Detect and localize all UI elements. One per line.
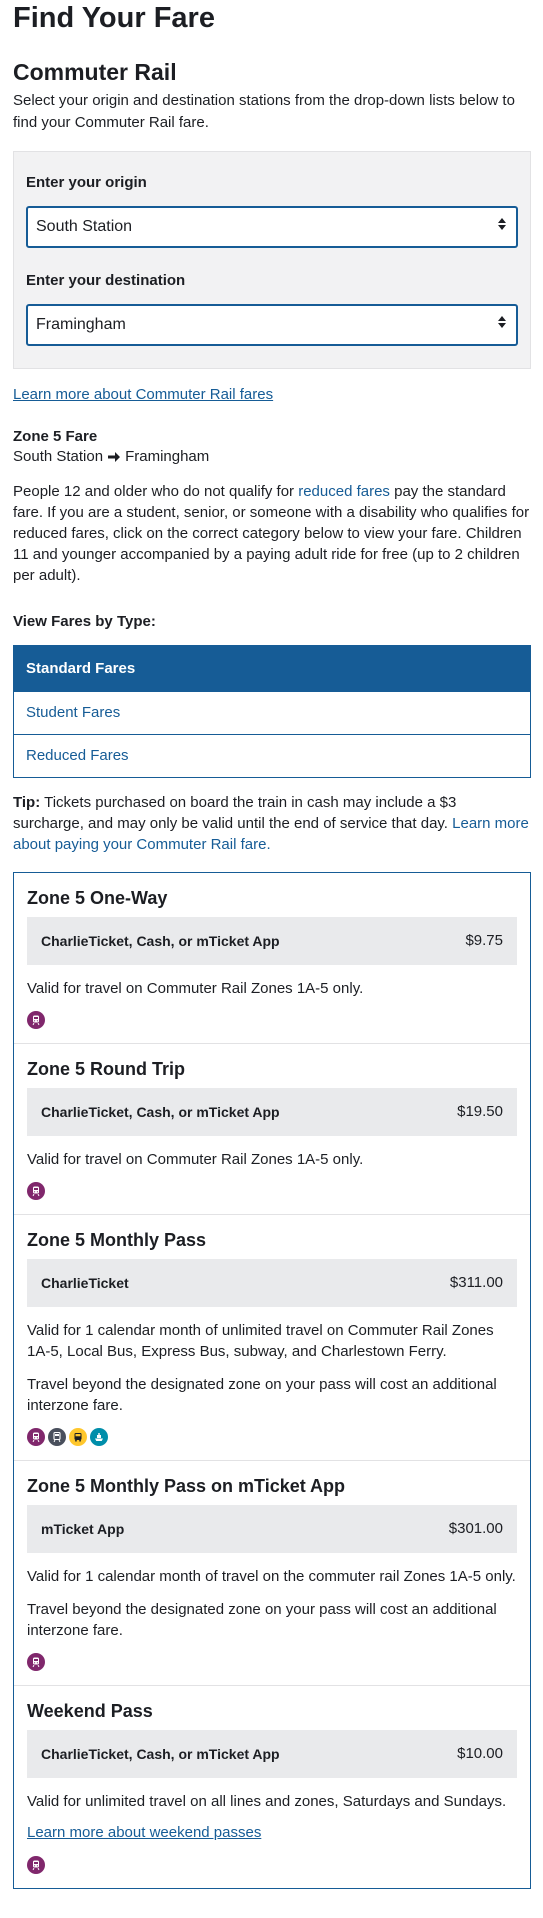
learn-more-weekend-passes-link[interactable]: Learn more about weekend passes bbox=[27, 1822, 261, 1844]
section-title: Commuter Rail bbox=[13, 59, 177, 85]
view-fares-by-type-label: View Fares by Type: bbox=[13, 613, 156, 631]
commuter-rail-icon bbox=[27, 1182, 45, 1200]
tab-reduced-fares[interactable]: Reduced Fares bbox=[14, 734, 530, 777]
fare-validity-text: Valid for 1 calendar month of travel on … bbox=[27, 1568, 516, 1585]
fare-card-title: Weekend Pass bbox=[27, 1701, 153, 1721]
fare-card-title: Zone 5 Monthly Pass bbox=[27, 1230, 207, 1250]
fare-price: $19.50 bbox=[457, 1103, 503, 1121]
fare-card-monthly-pass-mticket: Zone 5 Monthly Pass on mTicket App mTick… bbox=[14, 1460, 530, 1685]
fare-price: $301.00 bbox=[448, 1520, 503, 1538]
price-row: CharlieTicket, Cash, or mTicket App $9.7… bbox=[27, 917, 517, 965]
mode-icons bbox=[27, 1855, 517, 1874]
tip-label: Tip: bbox=[13, 794, 41, 811]
select-arrows-icon bbox=[498, 217, 506, 230]
destination-select-value: Framingham bbox=[36, 315, 126, 333]
zone-fare-title: Zone 5 Fare bbox=[13, 428, 98, 446]
destination-label: Enter your destination bbox=[26, 271, 186, 289]
fare-media: CharlieTicket, Cash, or mTicket App bbox=[41, 1103, 280, 1120]
fare-media: CharlieTicket, Cash, or mTicket App bbox=[41, 932, 280, 949]
fare-media: mTicket App bbox=[41, 1520, 125, 1537]
price-row: CharlieTicket, Cash, or mTicket App $10.… bbox=[27, 1730, 517, 1778]
fare-price: $311.00 bbox=[449, 1274, 503, 1292]
fare-media: CharlieTicket bbox=[41, 1274, 129, 1291]
destination-select[interactable]: Framingham bbox=[26, 303, 518, 346]
fare-card-title: Zone 5 One-Way bbox=[27, 888, 168, 908]
page-title: Find Your Fare bbox=[13, 2, 215, 34]
commuter-rail-icon bbox=[27, 1011, 45, 1029]
fare-validity-text: Valid for travel on Commuter Rail Zones … bbox=[27, 1151, 364, 1168]
fare-type-tabs: Standard Fares Student Fares Reduced Far… bbox=[13, 645, 531, 778]
commuter-rail-icon bbox=[27, 1653, 45, 1671]
select-arrows-icon bbox=[498, 315, 506, 328]
mode-icons bbox=[27, 1653, 517, 1671]
page: Find Your Fare Commuter Rail Select your… bbox=[0, 0, 543, 1889]
interzone-note: Travel beyond the designated zone on you… bbox=[27, 1601, 497, 1639]
route-origin: South Station bbox=[13, 448, 104, 466]
mode-icons bbox=[27, 1011, 517, 1029]
route-summary: South Station Framingham bbox=[13, 447, 531, 467]
price-row: mTicket App $301.00 bbox=[27, 1505, 517, 1553]
fare-validity-text: Valid for 1 calendar month of unlimited … bbox=[27, 1322, 494, 1360]
fare-card-weekend-pass: Weekend Pass CharlieTicket, Cash, or mTi… bbox=[14, 1685, 530, 1888]
origin-select-value: South Station bbox=[36, 218, 133, 236]
interzone-note: Travel beyond the designated zone on you… bbox=[27, 1376, 497, 1414]
commuter-rail-icon bbox=[27, 1428, 45, 1446]
intro-text: Select your origin and destination stati… bbox=[13, 92, 515, 131]
fare-media: CharlieTicket, Cash, or mTicket App bbox=[41, 1745, 280, 1762]
fares-list: Zone 5 One-Way CharlieTicket, Cash, or m… bbox=[13, 872, 531, 1889]
reduced-fares-link[interactable]: reduced fares bbox=[298, 483, 390, 500]
mode-icons bbox=[27, 1428, 517, 1446]
tab-student-fares[interactable]: Student Fares bbox=[14, 691, 530, 734]
station-selector: Enter your origin South Station Enter yo… bbox=[13, 151, 531, 369]
tip-body: Tickets purchased on board the train in … bbox=[13, 794, 457, 832]
mode-icons bbox=[27, 1182, 517, 1200]
fare-description: People 12 and older who do not qualify f… bbox=[13, 481, 531, 586]
learn-more-commuter-rail-fares-link[interactable]: Learn more about Commuter Rail fares bbox=[13, 384, 273, 406]
fare-validity-text: Valid for unlimited travel on all lines … bbox=[27, 1793, 507, 1810]
arrow-right-icon bbox=[107, 450, 121, 464]
subway-icon bbox=[48, 1428, 66, 1446]
fare-card-round-trip: Zone 5 Round Trip CharlieTicket, Cash, o… bbox=[14, 1043, 530, 1214]
commuter-rail-icon bbox=[27, 1855, 45, 1874]
fare-description-prefix: People 12 and older who do not qualify f… bbox=[13, 483, 299, 501]
price-row: CharlieTicket, Cash, or mTicket App $19.… bbox=[27, 1088, 517, 1136]
ferry-icon bbox=[90, 1428, 108, 1446]
fare-price: $10.00 bbox=[457, 1745, 503, 1763]
price-row: CharlieTicket $311.00 bbox=[27, 1259, 517, 1307]
route-destination: Framingham bbox=[125, 448, 210, 466]
origin-select[interactable]: South Station bbox=[26, 205, 518, 248]
fare-validity-text: Valid for travel on Commuter Rail Zones … bbox=[27, 980, 364, 997]
fare-card-title: Zone 5 Monthly Pass on mTicket App bbox=[27, 1476, 346, 1496]
fare-card-monthly-pass: Zone 5 Monthly Pass CharlieTicket $311.0… bbox=[14, 1214, 530, 1460]
fare-card-title: Zone 5 Round Trip bbox=[27, 1059, 185, 1079]
tab-standard-fares[interactable]: Standard Fares bbox=[14, 646, 530, 691]
origin-label: Enter your origin bbox=[26, 174, 147, 191]
fare-price: $9.75 bbox=[465, 932, 503, 950]
tip-text: Tip: Tickets purchased on board the trai… bbox=[13, 792, 531, 855]
bus-icon bbox=[69, 1428, 87, 1446]
fare-card-one-way: Zone 5 One-Way CharlieTicket, Cash, or m… bbox=[14, 873, 530, 1043]
